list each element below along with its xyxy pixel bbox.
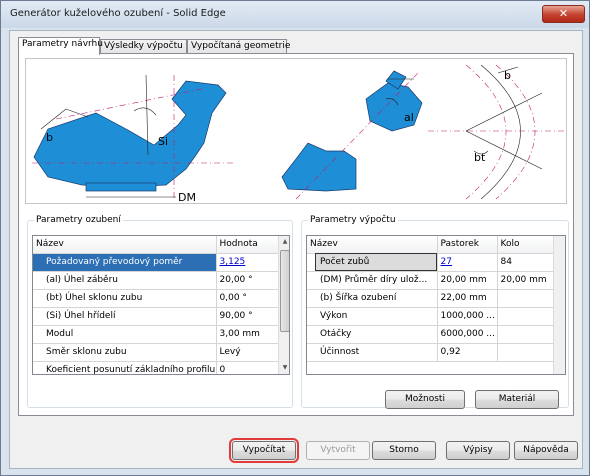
gear-parameters-group: Parametry ozubení Název Hodnota Požadova… <box>27 215 293 408</box>
table-row[interactable]: Účinnost 0,92 <box>307 343 555 362</box>
param-name: Koeficient posunutí základního profilu <box>41 361 217 374</box>
diagram-label-dm: DM <box>178 191 196 203</box>
diagram-label-bt: bt <box>474 151 486 164</box>
table-row[interactable]: (bt) Úhel sklonu zubu 0,00 ° <box>33 289 280 308</box>
param-value[interactable]: 0,00 ° <box>216 289 280 308</box>
vertical-scrollbar[interactable] <box>553 236 565 374</box>
calculation-parameters-title: Parametry výpočtu <box>308 215 398 225</box>
pinion-value[interactable]: 20,00 mm <box>437 271 498 290</box>
param-name: (Si) Úhel hřídelí <box>41 307 217 326</box>
tab-page-design-parameters: b Si DM al b bt Parametry ozubení Název … <box>18 53 574 416</box>
close-icon[interactable]: ✕ <box>542 5 585 23</box>
gear-value[interactable] <box>497 289 555 308</box>
param-name: (DM) Průměr díry ulož... <box>315 271 438 290</box>
table-row[interactable]: Požadovaný převodový poměr 3,125 <box>33 253 280 272</box>
gear-value[interactable]: 84 <box>497 253 555 272</box>
param-name: (b) Šířka ozubení <box>315 289 438 308</box>
material-button[interactable]: Materiál <box>475 390 559 409</box>
calculation-parameters-grid: Název Pastorek Kolo Počet zubů 27 84 (DM… <box>306 235 566 375</box>
table-row[interactable]: Směr sklonu zubu Levý <box>33 343 280 362</box>
param-name: Počet zubů <box>315 253 438 272</box>
param-value[interactable]: 0 <box>216 361 280 374</box>
param-name: (al) Úhel záběru <box>41 271 217 290</box>
options-button[interactable]: Možnosti <box>385 390 465 409</box>
gear-value[interactable] <box>497 307 555 326</box>
diagram-label-b2: b <box>504 69 511 82</box>
pinion-value[interactable]: 0,92 <box>437 343 498 362</box>
param-value[interactable]: 3,00 mm <box>216 325 280 344</box>
calculate-button[interactable]: Vypočítat <box>229 438 299 463</box>
cancel-button[interactable]: Storno <box>372 441 436 460</box>
bevel-gear-diagram: b Si DM al b bt <box>25 58 567 204</box>
diagram-label-b: b <box>46 131 53 144</box>
gear-parameters-title: Parametry ozubení <box>34 215 123 225</box>
table-row[interactable]: Počet zubů 27 84 <box>307 253 555 272</box>
gear-parameters-grid: Název Hodnota Požadovaný převodový poměr… <box>32 235 290 375</box>
tab-design-parameters[interactable]: Parametry návrhu <box>18 37 103 55</box>
column-header-value[interactable]: Hodnota <box>216 236 280 254</box>
tab-calculation-results[interactable]: Výsledky výpočtu <box>100 39 187 54</box>
pinion-value[interactable]: 6000,000 ... <box>437 325 498 344</box>
tab-calculated-geometry[interactable]: Vypočítaná geometrie <box>187 39 290 54</box>
param-value[interactable]: 90,00 ° <box>216 307 280 326</box>
table-row[interactable]: (b) Šířka ozubení 22,00 mm <box>307 289 555 308</box>
column-header-name[interactable]: Název <box>33 236 217 254</box>
dialog-client-area: Parametry návrhu Výsledky výpočtu Vypočí… <box>9 30 583 469</box>
table-row[interactable]: Koeficient posunutí základního profilu 0 <box>33 361 280 374</box>
param-value-link[interactable]: 3,125 <box>220 257 246 267</box>
tooth-profile-section: al <box>281 70 423 200</box>
param-name: (bt) Úhel sklonu zubu <box>41 289 217 308</box>
scroll-up-icon[interactable]: ▲ <box>279 236 289 248</box>
table-row[interactable]: Modul 3,00 mm <box>33 325 280 344</box>
helix-angle-section: b bt <box>428 64 566 200</box>
param-name: Modul <box>41 325 217 344</box>
diagram-label-si: Si <box>158 135 168 148</box>
vertical-scrollbar[interactable]: ▲ ▼ <box>278 236 289 374</box>
pinion-value-link[interactable]: 27 <box>441 257 452 267</box>
param-value[interactable]: Levý <box>216 343 280 362</box>
gear-value[interactable] <box>497 343 555 362</box>
param-value[interactable]: 20,00 ° <box>216 271 280 290</box>
window-title: Generátor kuželového ozubení - Solid Edg… <box>10 8 226 19</box>
column-header-name[interactable]: Název <box>307 236 438 254</box>
param-name: Účinnost <box>315 343 438 362</box>
table-row[interactable]: Otáčky 6000,000 ... <box>307 325 555 344</box>
column-header-pinion[interactable]: Pastorek <box>437 236 498 254</box>
table-row[interactable]: (DM) Průměr díry ulož... 20,00 mm 20,00 … <box>307 271 555 290</box>
diagram-label-al: al <box>404 111 414 124</box>
param-name: Výkon <box>315 307 438 326</box>
param-name: Směr sklonu zubu <box>41 343 217 362</box>
listings-button[interactable]: Výpisy <box>446 441 510 460</box>
gear-value[interactable]: 20,00 mm <box>497 271 555 290</box>
scroll-down-icon[interactable]: ▼ <box>279 362 289 374</box>
bevel-gear-illustration: b Si DM al b bt <box>32 64 566 204</box>
create-button[interactable]: Vytvořit <box>306 441 370 460</box>
table-row[interactable]: (Si) Úhel hřídelí 90,00 ° <box>33 307 280 326</box>
param-name: Požadovaný převodový poměr <box>41 253 217 272</box>
gear-pair-section: b Si DM <box>32 74 236 204</box>
pinion-value[interactable]: 1000,000 ... <box>437 307 498 326</box>
scrollbar-thumb[interactable] <box>280 250 289 332</box>
dialog-window: Generátor kuželového ozubení - Solid Edg… <box>0 0 590 476</box>
param-name: Otáčky <box>315 325 438 344</box>
column-header-gear[interactable]: Kolo <box>497 236 555 254</box>
calculation-parameters-group: Parametry výpočtu Název Pastorek Kolo Po… <box>301 215 569 408</box>
table-row[interactable]: Výkon 1000,000 ... <box>307 307 555 326</box>
pinion-value[interactable]: 22,00 mm <box>437 289 498 308</box>
gear-value[interactable] <box>497 325 555 344</box>
title-bar[interactable]: Generátor kuželového ozubení - Solid Edg… <box>1 1 589 28</box>
help-button[interactable]: Nápověda <box>514 441 578 460</box>
table-row[interactable]: (al) Úhel záběru 20,00 ° <box>33 271 280 290</box>
